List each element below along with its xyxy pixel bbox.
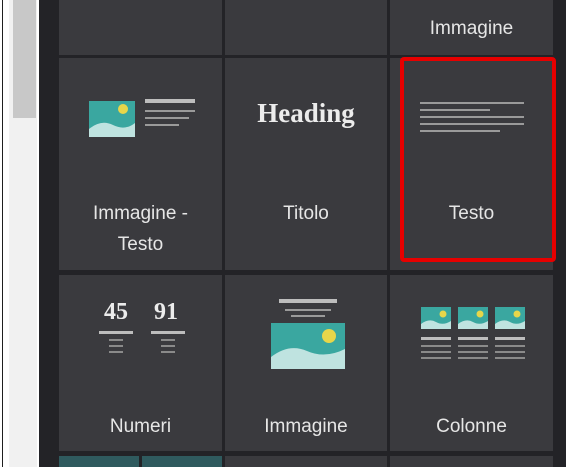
block-tile-partial[interactable] [225, 0, 387, 55]
block-tile-image-text[interactable]: Immagine - Testo [59, 58, 222, 270]
block-tile-numbers[interactable]: 45 91 Numeri [59, 275, 222, 451]
block-label: Immagine [429, 18, 514, 39]
scrollbar-thumb[interactable] [13, 0, 36, 118]
block-label: Immagine [264, 416, 348, 437]
block-tile-title[interactable]: Heading Titolo [225, 58, 387, 270]
block-tile-columns[interactable]: Colonne [390, 275, 553, 451]
block-tile-partial[interactable] [225, 456, 387, 467]
block-label: Titolo [283, 203, 329, 224]
number-value: 91 [154, 299, 178, 325]
block-tile-partial[interactable] [390, 456, 553, 467]
block-tile-image-top[interactable]: Immagine [390, 0, 553, 55]
block-label: Colonne [436, 416, 507, 437]
image-icon [271, 299, 345, 369]
window-border [2, 0, 3, 467]
block-label: Numeri [109, 416, 172, 437]
block-tile-image[interactable]: Immagine [225, 275, 387, 451]
selection-highlight [400, 57, 556, 262]
block-tile-partial[interactable] [59, 0, 222, 55]
numbers-lines-icon [99, 331, 185, 353]
block-label: Testo [117, 234, 164, 255]
image-text-icon [89, 99, 195, 137]
block-tile-partial[interactable] [142, 456, 222, 467]
block-label: Immagine - [92, 203, 189, 224]
columns-icon [421, 307, 525, 359]
heading-preview: Heading [257, 98, 355, 128]
block-tile-partial[interactable] [59, 456, 139, 467]
number-value: 45 [104, 299, 128, 325]
